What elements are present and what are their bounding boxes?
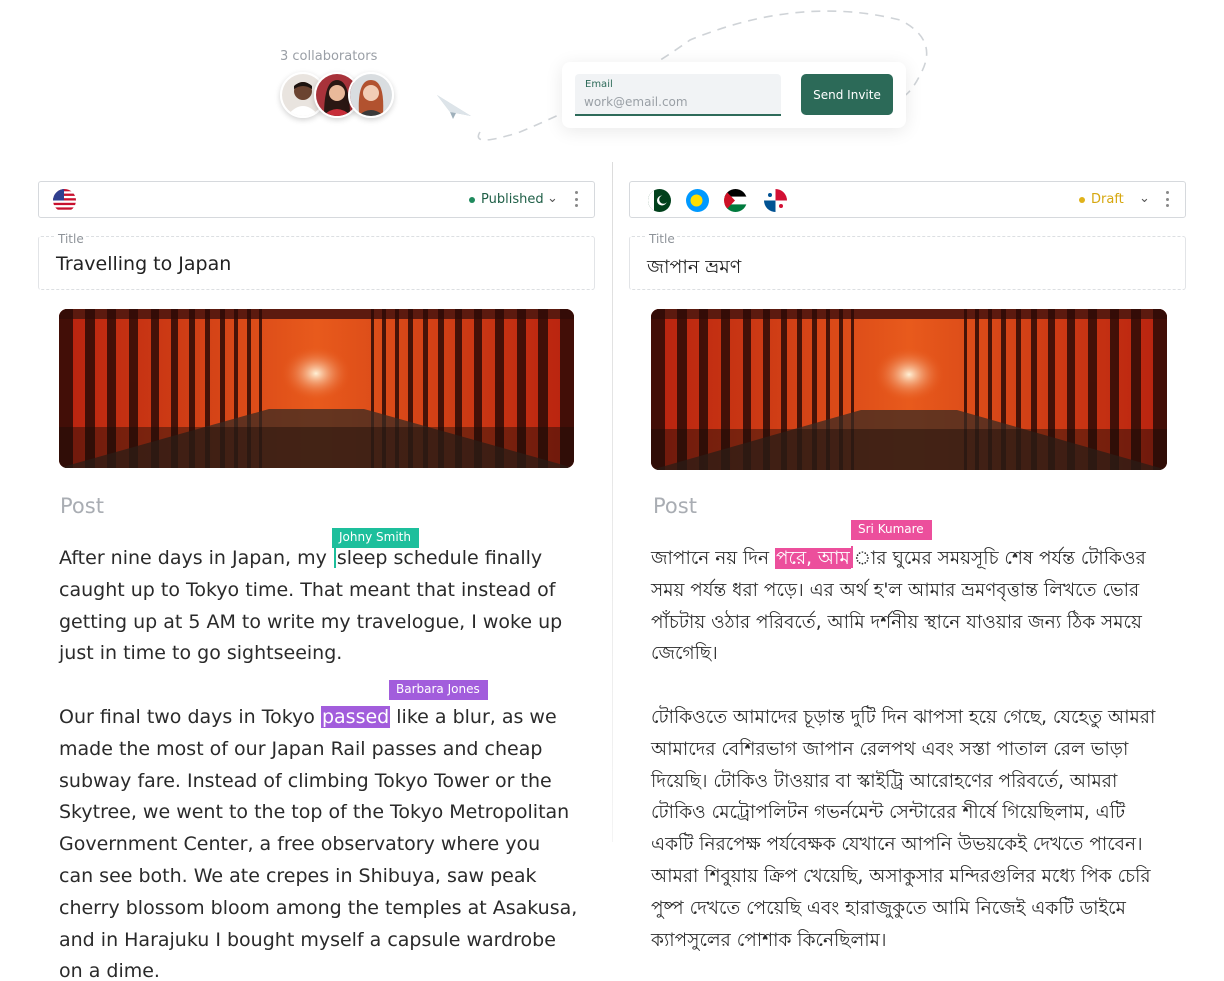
- pane-divider: [612, 162, 613, 842]
- post-label: Post: [60, 494, 104, 518]
- post-label: Post: [653, 494, 697, 518]
- paper-plane-icon: [437, 95, 471, 119]
- title-input[interactable]: Travelling to Japan: [56, 253, 231, 275]
- email-input[interactable]: [584, 93, 774, 111]
- status-dot: [469, 196, 475, 203]
- collaborator-cursor: [850, 546, 853, 568]
- collaborator-cursor: [333, 546, 336, 568]
- collaborator-avatars: [280, 72, 400, 118]
- cursor-tag-sri-kumare: Sri Kumare: [851, 520, 932, 540]
- invite-card: Email Send Invite: [562, 62, 906, 128]
- email-label: Email: [585, 79, 613, 90]
- panama-flag-icon[interactable]: [764, 189, 787, 212]
- avatar[interactable]: [348, 72, 394, 118]
- status-label: Published: [481, 192, 544, 207]
- post-paragraph-1[interactable]: After nine days in Japan, my sleep sched…: [59, 543, 579, 670]
- title-field[interactable]: Title Travelling to Japan: [38, 232, 595, 290]
- more-options-icon[interactable]: [574, 191, 578, 207]
- us-flag-icon[interactable]: [53, 189, 76, 212]
- title-label: Title: [56, 232, 86, 246]
- more-options-icon[interactable]: [1165, 191, 1169, 207]
- status-badge[interactable]: Draft: [1079, 192, 1124, 207]
- status-dot: [1079, 196, 1085, 203]
- chevron-down-icon[interactable]: ⌄: [547, 191, 558, 206]
- collaborators-count: 3 collaborators: [280, 49, 378, 64]
- post-paragraph-2[interactable]: টোকিওতে আমাদের চূড়ান্ত দুটি দিন ঝাপসা হ…: [651, 702, 1171, 956]
- editor-toolbar: Published ⌄: [38, 181, 595, 218]
- post-paragraph-2[interactable]: Our final two days in Tokyo passed like …: [59, 702, 579, 981]
- status-badge[interactable]: Published: [469, 192, 544, 207]
- title-label: Title: [647, 232, 677, 246]
- send-invite-button[interactable]: Send Invite: [801, 74, 893, 115]
- editor-toolbar: Draft ⌄: [629, 181, 1186, 218]
- hero-image: [651, 309, 1167, 470]
- title-input[interactable]: জাপান ভ্রমণ: [647, 253, 741, 285]
- status-label: Draft: [1091, 192, 1124, 207]
- title-field[interactable]: Title জাপান ভ্রমণ: [629, 232, 1186, 290]
- email-field[interactable]: Email: [575, 74, 781, 116]
- chevron-down-icon[interactable]: ⌄: [1139, 191, 1150, 206]
- palestine-flag-icon[interactable]: [724, 189, 747, 212]
- hero-image: [59, 309, 574, 468]
- collaborator-selection: পরে, আম: [774, 548, 851, 569]
- post-paragraph-1[interactable]: জাপানে নয় দিন পরে, আমার ঘুমের সময়সূচি …: [651, 543, 1171, 670]
- palau-flag-icon[interactable]: [686, 189, 709, 212]
- pakistan-flag-icon[interactable]: [648, 189, 671, 212]
- cursor-tag-barbara-jones: Barbara Jones: [389, 680, 488, 700]
- collaborator-selection: passed: [320, 706, 391, 728]
